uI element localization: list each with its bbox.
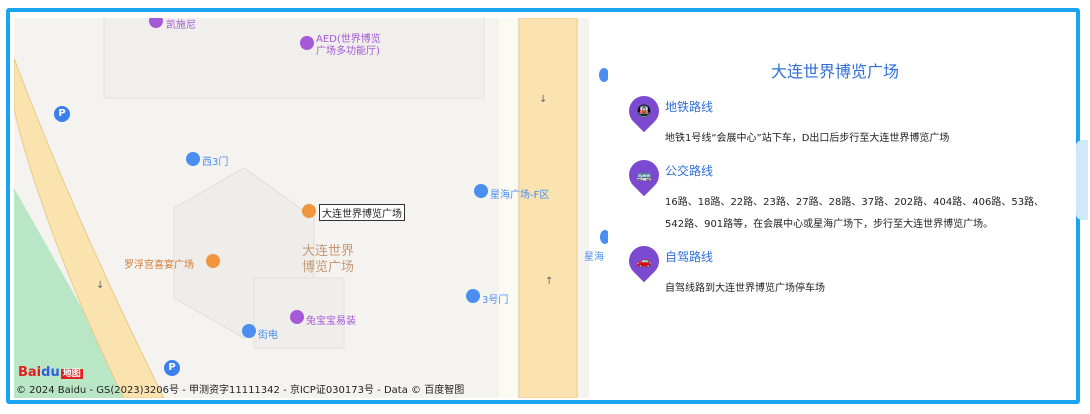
poi-label-luofu[interactable]: 罗浮宫喜宴广场 [124,256,194,271]
aed-icon[interactable] [300,36,314,50]
venue-area-label-line1: 大连世界 [302,244,355,259]
logo-du: du [41,365,60,380]
edge-decoration [1076,140,1088,220]
map-view[interactable]: ↓ ↑ ↓ 凯施尼 AED(世界博览 广场多功能厅) P P 西3门 星海广场-… [14,18,608,398]
venue-area-label: 大连世界 博览广场 [302,244,354,276]
poi-label-aed-line1: AED(世界博览 [316,34,381,45]
route-car-title[interactable]: 自驾路线 [665,248,713,265]
baidu-map-logo: Baidu 地图 [18,365,83,380]
shop-icon[interactable] [290,310,304,324]
pin-icon-edge[interactable] [599,68,608,82]
parking-icon-2[interactable]: P [164,360,180,376]
venue-marker-label[interactable]: 大连世界博览广场 [319,204,405,221]
poi-label-xinghai[interactable]: 星海广场-F区 [490,186,549,201]
poi-label-kaisa[interactable]: 凯施尼 [166,18,196,31]
restaurant-icon[interactable] [206,254,220,268]
route-subway-desc: 地铁1号线“会展中心”站下车，D出口后步行至大连世界博览广场 [665,133,950,144]
car-icon: 🚗 [622,239,666,283]
poi-label-hao3men[interactable]: 3号门 [482,291,508,306]
gate-icon-2[interactable] [466,289,480,303]
poi-label-xi3men[interactable]: 西3门 [202,153,228,168]
svg-text:↓: ↓ [96,280,104,291]
poi-label-tubao[interactable]: 兔宝宝易装 [306,312,356,327]
subway-icon: 🚇 [622,89,666,133]
poi-label-aed[interactable]: AED(世界博览 广场多功能厅) [316,34,381,58]
route-subway-title[interactable]: 地铁路线 [665,98,713,115]
gate-icon[interactable] [186,152,200,166]
svg-text:↓: ↓ [539,94,547,105]
poi-label-jiedian[interactable]: 街电 [258,326,278,341]
charging-icon[interactable] [242,324,256,338]
bus-icon: 🚌 [622,153,666,197]
route-car-desc: 自驾线路到大连世界博览广场停车场 [665,283,825,294]
poi-label-xinghai-short[interactable]: 星海 [584,248,604,263]
poi-label-aed-line2: 广场多功能厅) [316,46,380,57]
parking-icon[interactable]: P [54,106,70,122]
bus-stop-icon[interactable] [474,184,488,198]
page-title: 大连世界博览广场 [770,62,899,81]
map-copyright: © 2024 Baidu - GS(2023)3206号 - 甲测资字11111… [16,385,465,396]
logo-bai: Bai [18,365,42,380]
route-panel: 大连世界博览广场 🚇 地铁路线 地铁1号线“会展中心”站下车，D出口后步行至大连… [615,18,1045,378]
route-bus-title[interactable]: 公交路线 [665,162,713,179]
venue-pin-icon[interactable] [302,204,316,218]
route-bus-desc: 16路、18路、22路、23路、27路、28路、37路、202路、404路、40… [665,197,1045,230]
venue-area-label-line2: 博览广场 [302,260,355,275]
logo-tag: 地图 [60,369,83,379]
pin-icon-edge-2[interactable] [600,230,608,244]
svg-text:↑: ↑ [545,276,553,287]
